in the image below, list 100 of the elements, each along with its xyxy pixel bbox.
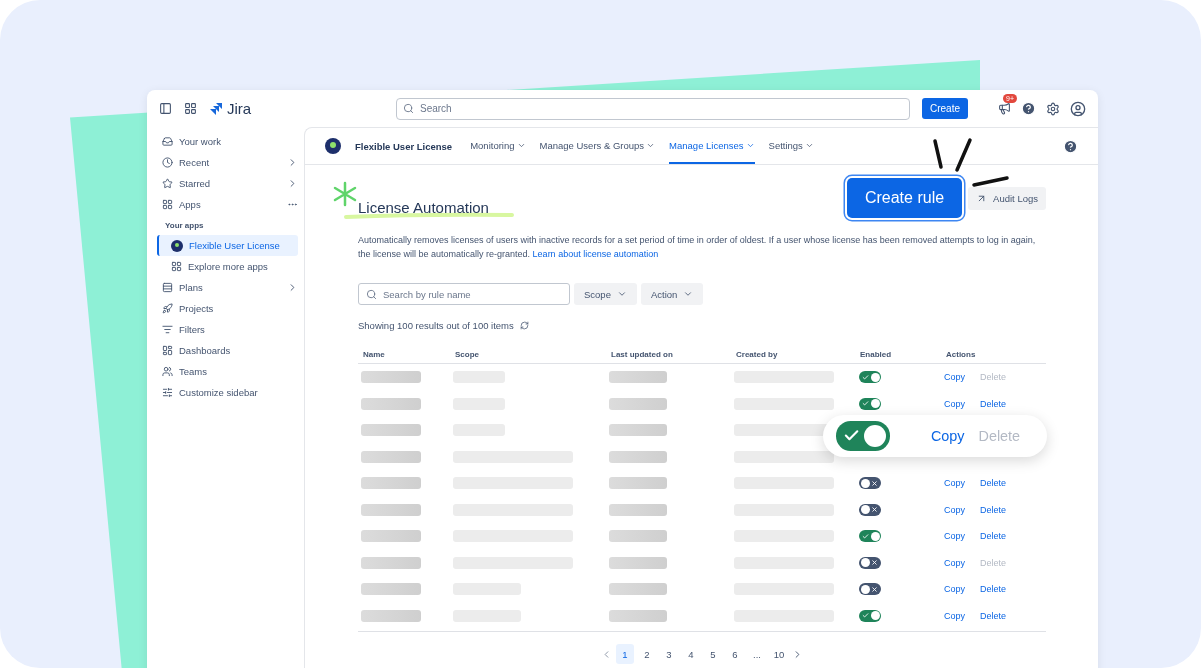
sidebar-item[interactable]: Starred	[157, 173, 298, 194]
toggle-switch[interactable]	[859, 477, 881, 490]
copy-link[interactable]: Copy	[944, 584, 965, 595]
sidebar-label: Plans	[179, 282, 203, 293]
sidebar-toggle-icon[interactable]	[159, 102, 172, 115]
toggle-switch[interactable]	[859, 556, 881, 569]
sidebar-item[interactable]: Teams	[157, 361, 298, 382]
filter-dropdown[interactable]: Scope	[574, 283, 637, 305]
skeleton-bar	[361, 477, 421, 490]
sidebar-label: Recent	[179, 157, 210, 168]
copy-link[interactable]: Copy	[930, 428, 965, 444]
skeleton-bar	[609, 424, 667, 437]
copy-link[interactable]: Copy	[944, 478, 965, 489]
nav-tab[interactable]: Settings	[768, 128, 814, 164]
create-rule-button[interactable]: Create rule	[846, 178, 963, 218]
sidebar-label: Explore more apps	[188, 261, 268, 272]
page-button[interactable]: 6	[726, 644, 744, 664]
column-header: Last updated on	[610, 349, 674, 359]
learn-more-link[interactable]: Learn about license automation	[532, 249, 659, 259]
cross-icon	[871, 506, 878, 514]
sidebar-label: Your work	[179, 136, 221, 147]
copy-link[interactable]: Copy	[944, 531, 965, 542]
nav-tab[interactable]: Manage Licenses	[669, 128, 755, 164]
check-icon	[862, 532, 869, 540]
search-field[interactable]: Search	[396, 97, 910, 120]
results-count: Showing 100 results out of 100 items	[358, 320, 514, 331]
toggle-switch[interactable]	[859, 583, 881, 596]
page-button[interactable]: 3	[660, 644, 678, 664]
page-button[interactable]: 1	[616, 644, 634, 664]
delete-link[interactable]: Delete	[980, 478, 1007, 489]
skeleton-bar	[609, 371, 667, 384]
delete-link[interactable]: Delete	[980, 504, 1007, 515]
sidebar-item[interactable]: Customize sidebar	[157, 382, 298, 403]
filter-dropdown[interactable]: Action	[640, 283, 704, 305]
skeleton-bar	[361, 424, 421, 437]
rocket-icon	[162, 303, 173, 314]
help-icon[interactable]	[1021, 101, 1036, 116]
skeleton-bar	[609, 450, 667, 463]
refresh-icon[interactable]	[519, 321, 529, 330]
create-button[interactable]: Create	[922, 98, 968, 119]
sidebar-item[interactable]: Plans	[157, 277, 298, 298]
notification-icon[interactable]	[998, 102, 1011, 115]
page-button[interactable]: 5	[704, 644, 722, 664]
app-switcher-icon[interactable]	[184, 102, 197, 115]
inbox-icon	[162, 136, 173, 147]
copy-link[interactable]: Copy	[944, 610, 965, 621]
page-button[interactable]: 10	[770, 644, 788, 664]
sidebar-item[interactable]: Projects	[157, 298, 298, 319]
skeleton-bar	[609, 556, 667, 569]
copy-link[interactable]: Copy	[944, 372, 965, 383]
nav-tab[interactable]: Manage Users & Groups	[539, 128, 656, 164]
sidebar-item[interactable]: Apps	[157, 194, 298, 215]
sidebar-item[interactable]: Explore more apps	[157, 256, 298, 277]
nav-tab[interactable]: Monitoring	[470, 128, 526, 164]
cross-icon	[871, 559, 878, 567]
copy-link[interactable]: Copy	[944, 504, 965, 515]
description-text: Automatically removes licenses of users with inactive records for a set period of time in order of oldest. If a user whose license has been removed attempts to log in again, the license will be automatically re-granted. Learn about license automation	[358, 234, 1037, 261]
toggle-switch[interactable]	[859, 371, 881, 384]
sidebar-label: Apps	[179, 199, 201, 210]
skeleton-bar	[361, 450, 421, 463]
delete-link[interactable]: Delete	[980, 584, 1007, 595]
rule-search-field[interactable]: Search by rule name	[358, 283, 570, 305]
toggle-switch[interactable]	[859, 609, 881, 622]
sidebar-heading: Your apps	[164, 219, 205, 232]
logo-text: Jira	[227, 100, 252, 117]
sidebar-label: Customize sidebar	[179, 387, 258, 398]
toggle-switch[interactable]	[859, 503, 881, 516]
check-icon	[862, 373, 869, 381]
sidebar-label: Filters	[179, 324, 205, 335]
page-button[interactable]: ...	[748, 644, 766, 664]
sidebar-item[interactable]: Dashboards	[157, 340, 298, 361]
copy-link[interactable]: Copy	[944, 557, 965, 568]
page-button[interactable]: 4	[682, 644, 700, 664]
sidebar-item[interactable]: Flexible User License	[157, 235, 298, 256]
app-logo-icon	[171, 239, 183, 252]
avatar-icon[interactable]	[1070, 100, 1086, 117]
toggle-switch[interactable]	[859, 397, 881, 410]
column-header: Scope	[454, 349, 480, 359]
delete-link[interactable]: Delete	[980, 531, 1007, 542]
dashboard-icon	[162, 345, 173, 356]
sidebar-label: Teams	[179, 366, 207, 377]
skeleton-bar	[609, 397, 667, 410]
page-button[interactable]: 2	[638, 644, 656, 664]
delete-link[interactable]: Delete	[980, 398, 1007, 409]
filter-icon	[162, 324, 173, 335]
toggle-switch[interactable]	[859, 530, 881, 543]
grid-icon	[162, 199, 173, 210]
skeleton-bar	[609, 503, 667, 516]
delete-link[interactable]: Delete	[980, 610, 1007, 621]
toggle-switch[interactable]	[836, 421, 890, 451]
copy-link[interactable]: Copy	[944, 398, 965, 409]
sidebar-item[interactable]: Filters	[157, 319, 298, 340]
column-header: Created by	[735, 349, 779, 359]
audit-logs-button[interactable]: Audit Logs	[968, 186, 1046, 210]
sidebar-item[interactable]: Your work	[157, 131, 298, 152]
settings-icon[interactable]	[1046, 101, 1060, 116]
help-icon[interactable]	[1063, 138, 1078, 154]
sidebar-item[interactable]: Recent	[157, 152, 298, 173]
column-header: Actions	[945, 349, 977, 359]
app-name: Flexible User License	[355, 140, 453, 152]
